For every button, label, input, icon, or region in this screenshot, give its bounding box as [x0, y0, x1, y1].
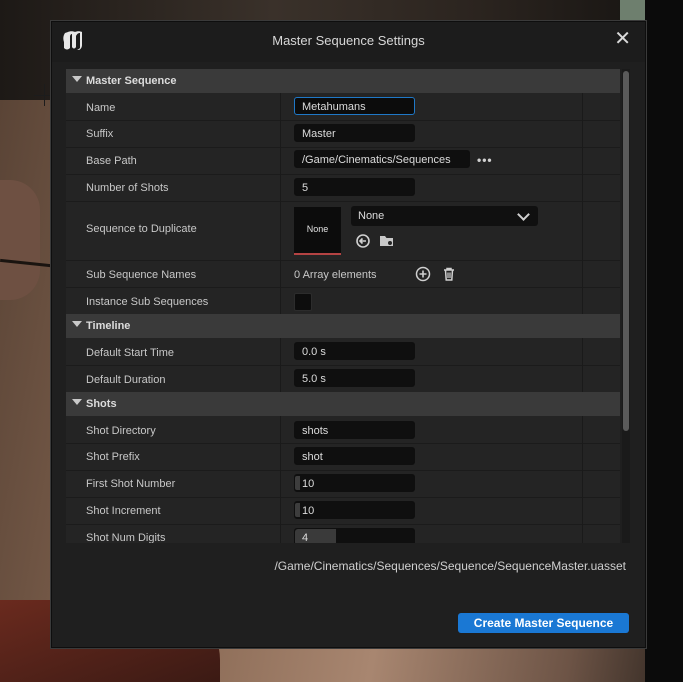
- shot-directory-input[interactable]: shots: [294, 421, 415, 439]
- use-selected-asset-icon[interactable]: [355, 233, 371, 249]
- shot-num-digits-input[interactable]: 4: [294, 528, 415, 543]
- row-base-path: Base Path /Game/Cinematics/Sequences •••: [66, 147, 620, 175]
- instance-sub-sequences-label: Instance Sub Sequences: [86, 296, 209, 308]
- row-instance-sub-sequences: Instance Sub Sequences: [66, 287, 620, 315]
- row-shot-increment: Shot Increment 10: [66, 497, 620, 525]
- section-label: Master Sequence: [86, 75, 177, 87]
- row-number-of-shots: Number of Shots 5: [66, 174, 620, 202]
- row-suffix: Suffix Master: [66, 120, 620, 148]
- master-sequence-settings-dialog: Master Sequence Settings ✕ Master Sequen…: [51, 21, 646, 648]
- section-label: Timeline: [86, 320, 131, 332]
- mouse-cursor-crosshair-vertical: [44, 84, 45, 106]
- sequence-to-duplicate-label: Sequence to Duplicate: [86, 223, 197, 235]
- shot-num-digits-value: 4: [302, 532, 309, 543]
- first-shot-number-input[interactable]: 10: [294, 474, 415, 492]
- base-path-input[interactable]: /Game/Cinematics/Sequences: [294, 150, 470, 168]
- base-path-label: Base Path: [86, 155, 137, 167]
- collapse-arrow-icon: [72, 399, 82, 405]
- row-shot-directory: Shot Directory shots: [66, 416, 620, 444]
- sub-sequence-names-label: Sub Sequence Names: [86, 269, 197, 281]
- collapse-arrow-icon: [72, 321, 82, 327]
- window-title: Master Sequence Settings: [272, 33, 425, 48]
- suffix-label: Suffix: [86, 128, 114, 140]
- shot-prefix-label: Shot Prefix: [86, 451, 140, 463]
- close-icon[interactable]: ✕: [614, 29, 631, 49]
- first-shot-number-label: First Shot Number: [86, 478, 176, 490]
- collapse-arrow-icon: [72, 76, 82, 82]
- drag-handle[interactable]: [295, 476, 300, 490]
- browse-asset-folder-icon[interactable]: [379, 233, 395, 249]
- row-sub-sequence-names: Sub Sequence Names 0 Array elements: [66, 260, 620, 288]
- default-start-time-label: Default Start Time: [86, 347, 175, 359]
- default-start-time-input[interactable]: 0.0 s: [294, 342, 415, 360]
- first-shot-number-value: 10: [302, 478, 315, 490]
- number-of-shots-label: Number of Shots: [86, 182, 169, 194]
- row-sequence-to-duplicate: Sequence to Duplicate None None: [66, 201, 620, 261]
- sequence-asset-picker[interactable]: None: [351, 206, 538, 226]
- asset-path-preview: /Game/Cinematics/Sequences/Sequence/Sequ…: [274, 559, 626, 573]
- asset-thumbnail[interactable]: None: [294, 207, 341, 255]
- create-master-sequence-button[interactable]: Create Master Sequence: [458, 613, 629, 633]
- shot-increment-input[interactable]: 10: [294, 501, 415, 519]
- row-shot-num-digits: Shot Num Digits 4: [66, 524, 620, 543]
- default-duration-input[interactable]: 5.0 s: [294, 369, 415, 387]
- add-element-icon[interactable]: [415, 266, 431, 282]
- drag-handle[interactable]: [295, 503, 300, 517]
- browse-path-button[interactable]: •••: [477, 153, 493, 167]
- default-duration-label: Default Duration: [86, 374, 166, 386]
- section-shots[interactable]: Shots: [66, 392, 620, 416]
- section-master-sequence[interactable]: Master Sequence: [66, 69, 620, 93]
- background-edge: [645, 0, 683, 682]
- shot-increment-value: 10: [302, 505, 315, 517]
- instance-sub-sequences-checkbox[interactable]: [294, 293, 312, 311]
- section-label: Shots: [86, 398, 117, 410]
- section-timeline[interactable]: Timeline: [66, 314, 620, 338]
- shot-prefix-input[interactable]: shot: [294, 447, 415, 465]
- shot-num-digits-label: Shot Num Digits: [86, 532, 166, 543]
- shot-increment-label: Shot Increment: [86, 505, 161, 517]
- suffix-input[interactable]: Master: [294, 124, 415, 142]
- details-panel: Master Sequence Name Metahumans Suffix M…: [66, 69, 620, 543]
- trash-icon[interactable]: [441, 266, 457, 282]
- selected-asset: None: [358, 210, 385, 222]
- row-default-start-time: Default Start Time 0.0 s: [66, 338, 620, 366]
- background-ear: [0, 180, 40, 300]
- title-bar[interactable]: Master Sequence Settings ✕: [52, 22, 645, 62]
- row-name: Name Metahumans: [66, 93, 620, 121]
- chevron-down-icon: [517, 208, 530, 221]
- scrollbar-thumb[interactable]: [623, 71, 629, 431]
- number-of-shots-input[interactable]: 5: [294, 178, 415, 196]
- row-shot-prefix: Shot Prefix shot: [66, 443, 620, 471]
- array-count: 0 Array elements: [294, 269, 377, 281]
- row-first-shot-number: First Shot Number 10: [66, 470, 620, 498]
- name-label: Name: [86, 102, 116, 114]
- shot-directory-label: Shot Directory: [86, 425, 156, 437]
- row-default-duration: Default Duration 5.0 s: [66, 365, 620, 393]
- name-input[interactable]: Metahumans: [294, 97, 415, 115]
- thumbnail-text: None: [306, 224, 329, 234]
